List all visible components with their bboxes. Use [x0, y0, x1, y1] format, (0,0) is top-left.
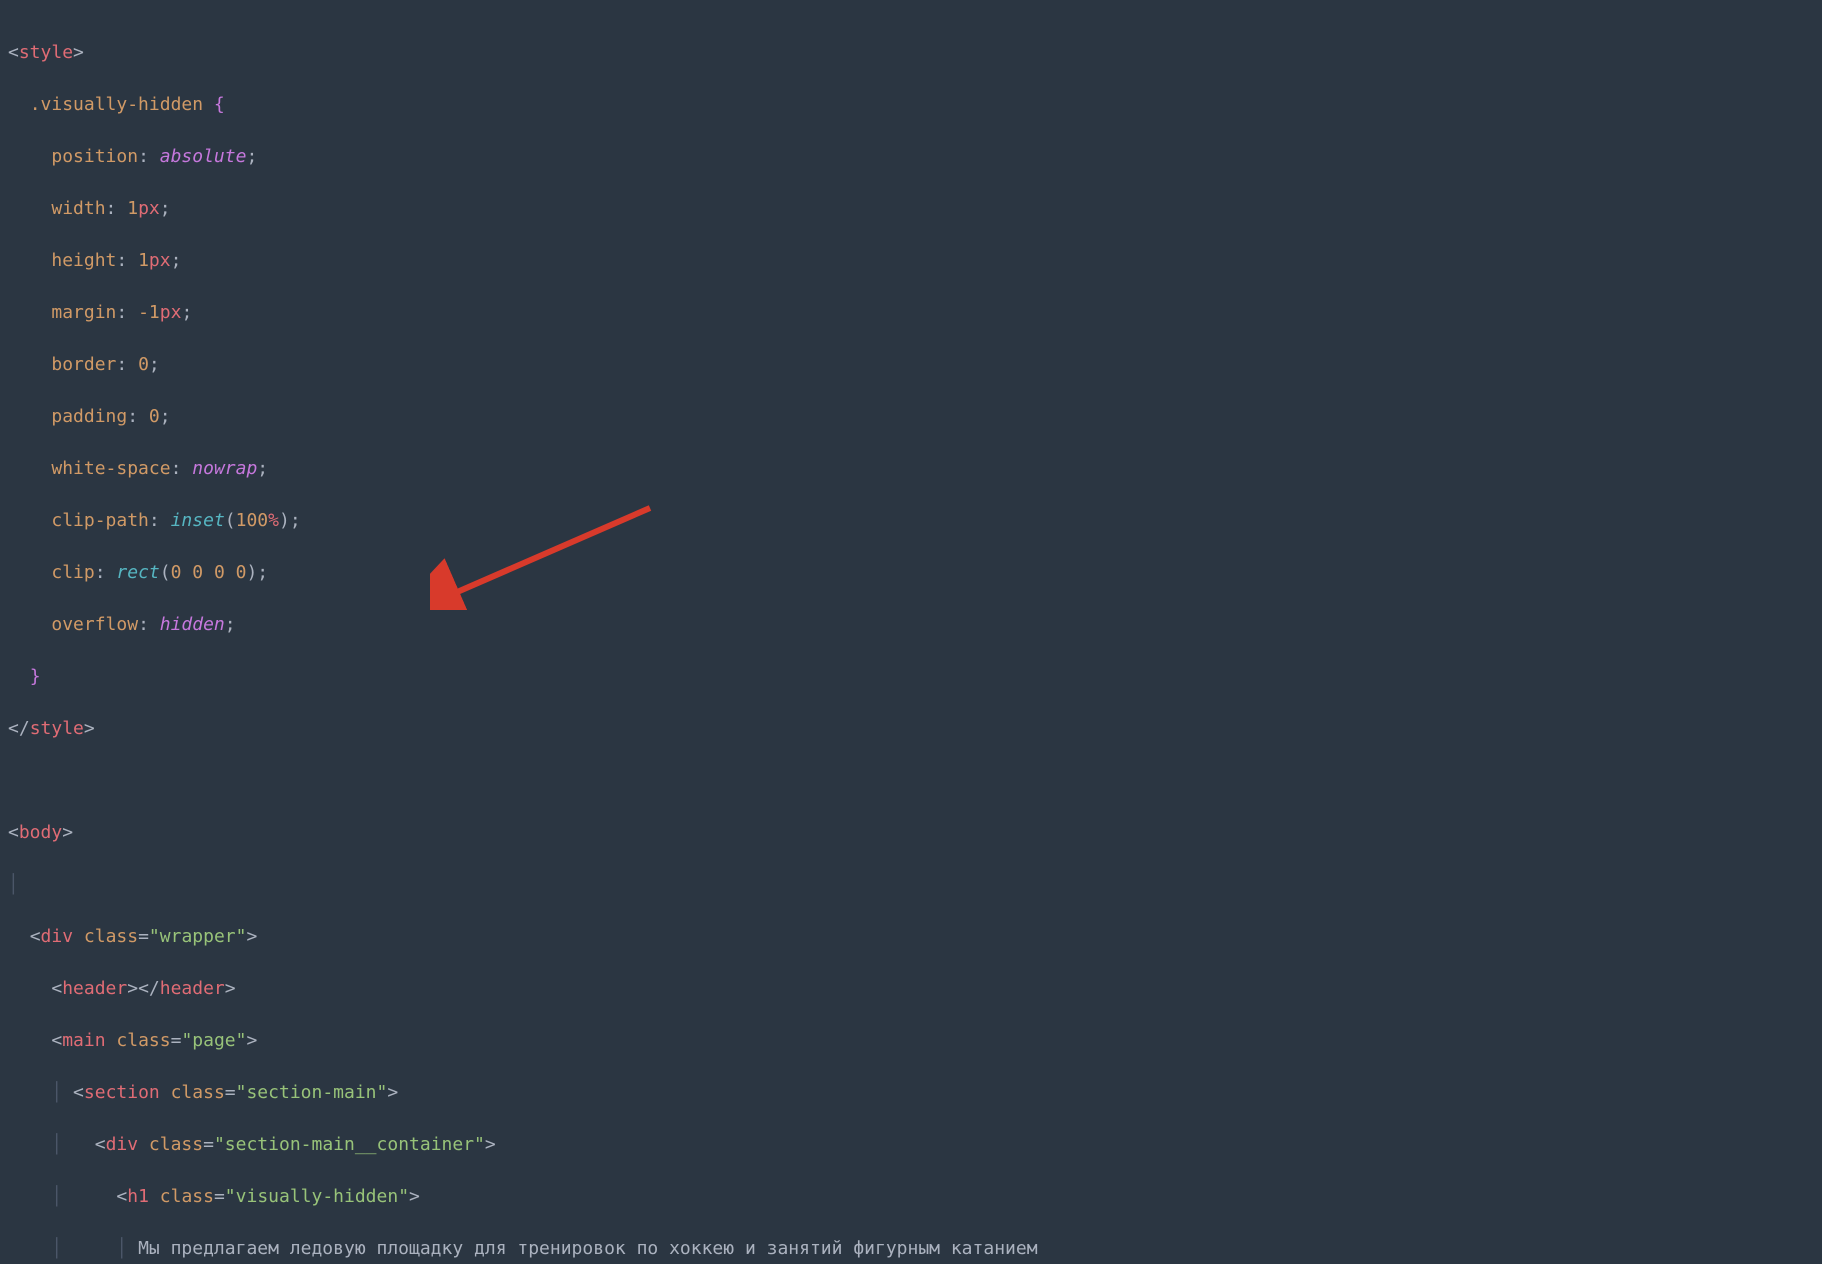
code-line: <header></header> — [8, 976, 1038, 1002]
code-line: <main class="page"> — [8, 1028, 1038, 1054]
code-line: <div class="wrapper"> — [8, 924, 1038, 950]
code-line: margin: -1px; — [8, 300, 1038, 326]
code-line: </style> — [8, 716, 1038, 742]
code-line — [8, 768, 1038, 794]
code-line: <body> — [8, 820, 1038, 846]
code-line: padding: 0; — [8, 404, 1038, 430]
code-line: border: 0; — [8, 352, 1038, 378]
code-line: white-space: nowrap; — [8, 456, 1038, 482]
code-editor-content[interactable]: <style> .visually-hidden { position: abs… — [8, 14, 1038, 1264]
code-line: clip: rect(0 0 0 0); — [8, 560, 1038, 586]
code-line: clip-path: inset(100%); — [8, 508, 1038, 534]
code-line: height: 1px; — [8, 248, 1038, 274]
code-line: │ — [8, 872, 1038, 898]
code-line: position: absolute; — [8, 144, 1038, 170]
code-line: width: 1px; — [8, 196, 1038, 222]
code-line: overflow: hidden; — [8, 612, 1038, 638]
code-line: │ <div class="section-main__container"> — [8, 1132, 1038, 1158]
code-line: <style> — [8, 40, 1038, 66]
code-line: } — [8, 664, 1038, 690]
code-line: .visually-hidden { — [8, 92, 1038, 118]
code-line: │ <h1 class="visually-hidden"> — [8, 1184, 1038, 1210]
code-line: │ │ Мы предлагаем ледовую площадку для т… — [8, 1236, 1038, 1262]
code-line: │ <section class="section-main"> — [8, 1080, 1038, 1106]
